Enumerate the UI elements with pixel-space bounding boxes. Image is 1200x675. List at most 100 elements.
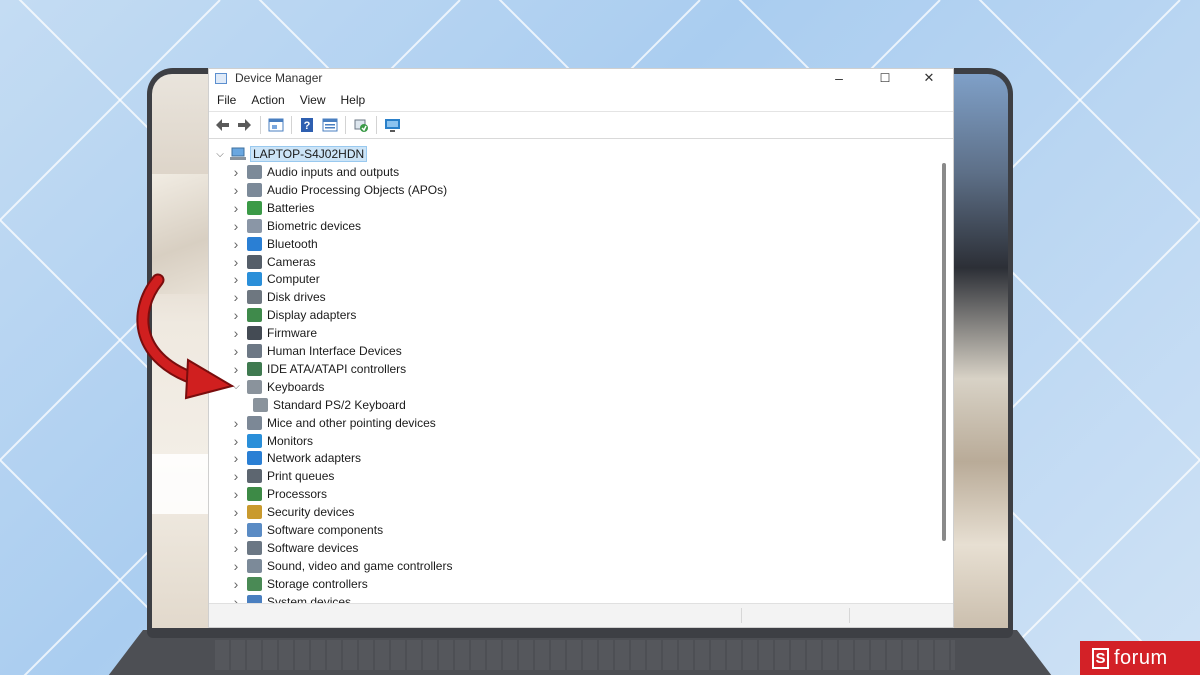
scan-hardware-icon bbox=[354, 119, 368, 132]
tree-category-bluetooth[interactable]: › Bluetooth bbox=[229, 235, 318, 253]
tree-category-audio-processing-objects-apos[interactable]: › Audio Processing Objects (APOs) bbox=[229, 181, 447, 199]
back-button[interactable] bbox=[212, 115, 232, 135]
tree-item-label: Bluetooth bbox=[267, 236, 318, 251]
scan-hardware-button[interactable] bbox=[351, 115, 371, 135]
tree-category-network-adapters[interactable]: › Network adapters bbox=[229, 449, 361, 467]
window-title: Device Manager bbox=[235, 71, 323, 85]
status-pane bbox=[741, 608, 742, 623]
tree-category-audio-inputs-and-outputs[interactable]: › Audio inputs and outputs bbox=[229, 163, 399, 181]
tree-category-cameras[interactable]: › Cameras bbox=[229, 253, 316, 271]
ide-controller-icon bbox=[247, 361, 262, 376]
close-button[interactable]: ✕ bbox=[907, 69, 951, 89]
chevron-right-icon[interactable]: › bbox=[229, 182, 243, 198]
tree-item-label: IDE ATA/ATAPI controllers bbox=[267, 361, 407, 376]
tree-category-processors[interactable]: › Processors bbox=[229, 485, 327, 503]
tree-device-standard-ps-2-keyboard[interactable]: Standard PS/2 Keyboard bbox=[249, 396, 406, 414]
software-component-icon bbox=[247, 523, 262, 537]
tree-category-display-adapters[interactable]: › Display adapters bbox=[229, 306, 357, 324]
tree-category-ide-ata-atapi-controllers[interactable]: › IDE ATA/ATAPI controllers bbox=[229, 360, 407, 378]
tree-item-label: Storage controllers bbox=[267, 576, 368, 591]
chevron-right-icon[interactable]: › bbox=[229, 540, 243, 556]
monitor-button[interactable] bbox=[382, 115, 402, 135]
tree-category-mice-and-other-pointing-devices[interactable]: › Mice and other pointing devices bbox=[229, 414, 436, 432]
tree-item-label: Human Interface Devices bbox=[267, 344, 402, 358]
desktop-wallpaper-right bbox=[950, 74, 1008, 628]
printer-icon bbox=[247, 469, 262, 484]
chevron-right-icon[interactable]: › bbox=[229, 164, 243, 180]
tree-category-keyboards[interactable]: ⌵ Keyboards bbox=[229, 378, 324, 396]
monitor-icon bbox=[247, 433, 262, 448]
tree-category-software-devices[interactable]: › Software devices bbox=[229, 539, 359, 557]
speaker-icon bbox=[247, 558, 262, 573]
tree-item-label: Network adapters bbox=[267, 451, 362, 466]
tree-category-sound-video-and-game-controllers[interactable]: › Sound, video and game controllers bbox=[229, 557, 453, 575]
laptop-keyboard bbox=[215, 640, 955, 670]
chevron-right-icon[interactable]: › bbox=[229, 254, 243, 270]
forward-button[interactable] bbox=[235, 115, 255, 135]
menu-help[interactable]: Help bbox=[340, 91, 367, 109]
network-icon bbox=[247, 451, 262, 466]
help-button[interactable]: ? bbox=[297, 115, 317, 135]
toolbar-separator bbox=[345, 116, 346, 134]
properties-icon bbox=[268, 118, 284, 132]
chevron-right-icon[interactable]: › bbox=[229, 415, 243, 431]
sforum-logo-badge: S forum bbox=[1080, 641, 1200, 675]
tree-category-security-devices[interactable]: › Security devices bbox=[229, 503, 355, 521]
tree-category-batteries[interactable]: › Batteries bbox=[229, 199, 315, 217]
chevron-right-icon[interactable]: › bbox=[229, 504, 243, 520]
status-bar bbox=[209, 603, 953, 627]
tree-item-label: Processors bbox=[267, 487, 328, 502]
properties-button[interactable] bbox=[266, 115, 286, 135]
tree-category-biometric-devices[interactable]: › Biometric devices bbox=[229, 217, 361, 235]
tree-category-software-components[interactable]: › Software components bbox=[229, 521, 383, 539]
tree-item-label: Disk drives bbox=[267, 290, 326, 305]
tree-item-label: Software devices bbox=[267, 540, 359, 555]
chevron-right-icon[interactable]: › bbox=[229, 200, 243, 216]
menu-bar: File Action View Help bbox=[209, 89, 953, 112]
chevron-right-icon[interactable]: › bbox=[229, 218, 243, 234]
chevron-right-icon[interactable]: › bbox=[229, 468, 243, 484]
chevron-down-icon[interactable]: ⌵ bbox=[213, 149, 227, 160]
title-bar[interactable]: Device Manager – ☐ ✕ bbox=[209, 69, 953, 89]
mouse-icon bbox=[247, 415, 262, 430]
tree-item-label: Print queues bbox=[267, 469, 335, 484]
maximize-button[interactable]: ☐ bbox=[863, 69, 907, 89]
vertical-scrollbar[interactable] bbox=[939, 145, 951, 605]
tree-category-human-interface-devices[interactable]: › Human Interface Devices bbox=[229, 342, 402, 360]
minimize-button[interactable]: – bbox=[817, 69, 861, 89]
camera-icon bbox=[247, 254, 262, 269]
tree-category-firmware[interactable]: › Firmware bbox=[229, 324, 317, 342]
tree-item-label: Sound, video and game controllers bbox=[267, 558, 453, 573]
chevron-right-icon[interactable]: › bbox=[229, 558, 243, 574]
chevron-right-icon[interactable]: › bbox=[229, 236, 243, 252]
device-manager-window: Device Manager – ☐ ✕ File Action View He… bbox=[208, 68, 954, 628]
scrollbar-thumb[interactable] bbox=[942, 163, 946, 541]
back-arrow-icon bbox=[216, 119, 229, 131]
tree-category-monitors[interactable]: › Monitors bbox=[229, 432, 313, 450]
chevron-right-icon[interactable]: › bbox=[229, 576, 243, 592]
tree-category-print-queues[interactable]: › Print queues bbox=[229, 467, 335, 485]
chevron-right-icon[interactable]: › bbox=[229, 486, 243, 502]
tree-item-label: Software components bbox=[267, 523, 384, 537]
device-manager-app-icon bbox=[215, 73, 227, 84]
toolbar-separator bbox=[260, 116, 261, 134]
laptop-computer-icon bbox=[230, 147, 246, 160]
bluetooth-icon bbox=[247, 236, 262, 251]
chevron-right-icon[interactable]: › bbox=[229, 522, 243, 538]
tree-category-storage-controllers[interactable]: › Storage controllers bbox=[229, 575, 368, 593]
list-view-button[interactable] bbox=[320, 115, 340, 135]
chevron-right-icon[interactable]: › bbox=[229, 433, 243, 449]
menu-file[interactable]: File bbox=[216, 91, 237, 109]
toolbar-separator bbox=[291, 116, 292, 134]
chevron-right-icon[interactable]: › bbox=[229, 450, 243, 466]
tree-item-label: Biometric devices bbox=[267, 218, 362, 233]
tree-category-disk-drives[interactable]: › Disk drives bbox=[229, 288, 326, 306]
tree-root[interactable]: ⌵ LAPTOP-S4J02HDN bbox=[213, 145, 368, 163]
monitor-icon bbox=[384, 118, 400, 132]
keyboard-icon bbox=[247, 379, 262, 394]
tree-category-computer[interactable]: › Computer bbox=[229, 270, 320, 288]
processor-icon bbox=[247, 487, 262, 502]
keyboard-icon bbox=[253, 397, 268, 412]
menu-view[interactable]: View bbox=[299, 91, 327, 109]
menu-action[interactable]: Action bbox=[250, 91, 285, 109]
